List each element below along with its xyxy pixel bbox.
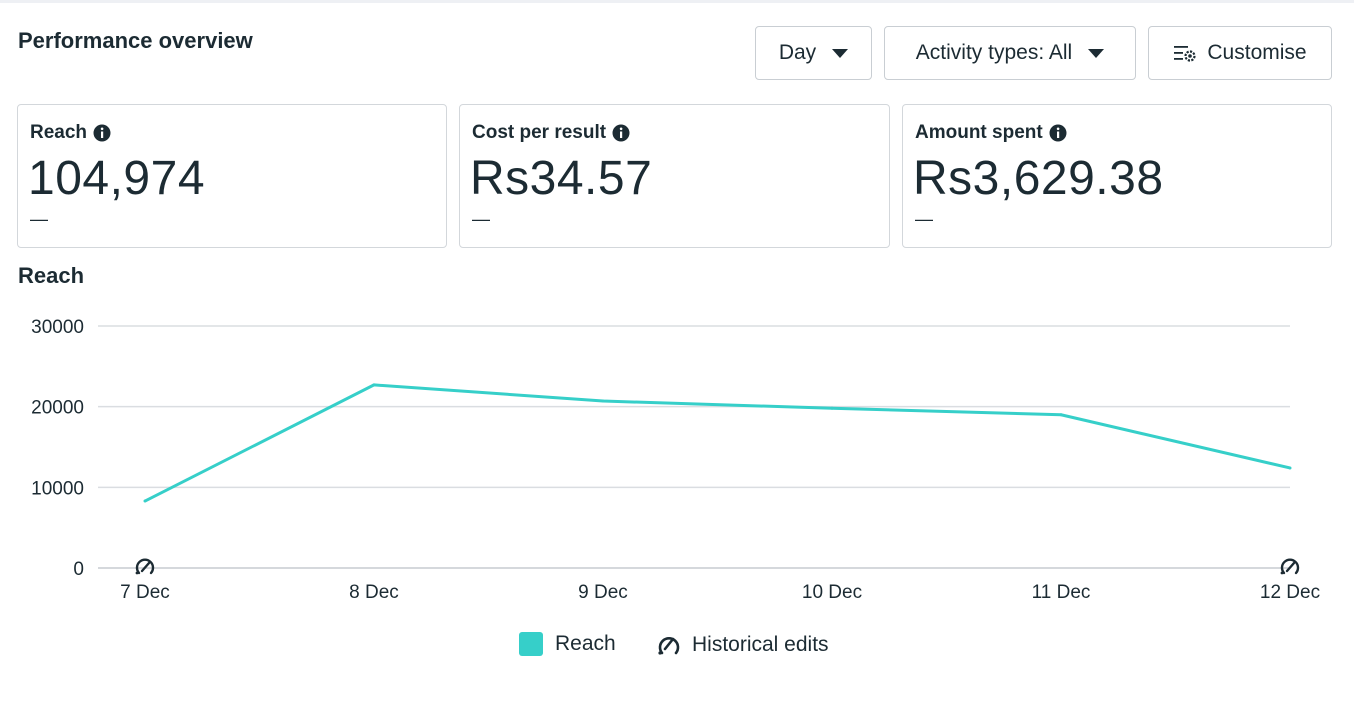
x-tick-label: 8 Dec <box>349 582 399 603</box>
x-tick-label: 11 Dec <box>1032 582 1091 603</box>
metric-label: Reach <box>30 122 88 143</box>
data-point <box>143 499 147 503</box>
legend-item-reach[interactable]: Reach <box>519 632 616 656</box>
legend-label-historical-edits: Historical edits <box>692 633 829 656</box>
chart-legend: Reach Historical edits <box>0 630 1354 662</box>
page-title: Performance overview <box>18 28 253 53</box>
x-tick-label: 7 Dec <box>120 582 170 603</box>
caret-down-icon <box>1088 48 1105 58</box>
x-tick-label: 12 Dec <box>1260 582 1320 603</box>
metric-delta: — <box>30 209 48 229</box>
metric-label-row: Cost per result <box>472 122 630 144</box>
metric-card-amount-spent: Amount spent Rs3,629.38 — <box>902 104 1332 248</box>
caret-down-icon <box>832 48 849 58</box>
data-point <box>601 399 605 403</box>
day-dropdown[interactable]: Day <box>755 26 872 80</box>
day-dropdown-label: Day <box>778 41 817 64</box>
metric-delta: — <box>472 209 490 229</box>
top-divider <box>0 0 1354 3</box>
chart-section-title: Reach <box>18 263 85 288</box>
data-point <box>1059 413 1063 417</box>
metric-card-cost-per-result: Cost per result Rs34.57 — <box>459 104 890 248</box>
historical-edit-marker[interactable] <box>1280 558 1300 575</box>
y-tick-label: 0 <box>73 559 84 580</box>
metric-value: 104,974 <box>28 152 206 205</box>
y-tick-label: 10000 <box>31 478 84 499</box>
info-icon[interactable] <box>1049 124 1067 142</box>
info-icon[interactable] <box>93 124 111 142</box>
metric-label-row: Reach <box>30 122 111 144</box>
metric-card-reach: Reach 104,974 — <box>17 104 447 248</box>
y-tick-label: 20000 <box>31 398 84 419</box>
x-tick-label: 9 Dec <box>578 582 628 603</box>
customise-icon <box>1174 46 1196 62</box>
data-point <box>372 383 376 387</box>
customise-label: Customise <box>1207 41 1307 64</box>
metric-label-row: Amount spent <box>915 122 1067 144</box>
reach-line-chart: 0 10000 20000 30000 7 Dec 8 Dec 9 Dec 10 Dec 11 … <box>31 317 1320 603</box>
reach-swatch <box>519 632 543 656</box>
activity-types-dropdown[interactable]: Activity types: All <box>884 26 1136 80</box>
info-icon[interactable] <box>612 124 630 142</box>
data-point <box>830 406 834 410</box>
y-tick-label: 30000 <box>31 317 84 338</box>
historical-edits-icon <box>658 637 680 655</box>
historical-edit-marker[interactable] <box>135 558 155 575</box>
x-tick-label: 10 Dec <box>802 582 862 603</box>
metric-label: Amount spent <box>915 122 1043 143</box>
legend-item-historical-edits[interactable]: Historical edits <box>656 632 829 658</box>
data-point <box>1288 466 1292 470</box>
metric-value: Rs3,629.38 <box>913 152 1164 205</box>
metric-label: Cost per result <box>472 122 607 143</box>
metric-delta: — <box>915 209 933 229</box>
activity-types-label: Activity types: All <box>915 41 1073 64</box>
series-line-reach <box>144 383 1291 503</box>
legend-label-reach: Reach <box>555 632 616 655</box>
metric-value: Rs34.57 <box>470 152 653 205</box>
customise-button[interactable]: Customise <box>1148 26 1332 80</box>
